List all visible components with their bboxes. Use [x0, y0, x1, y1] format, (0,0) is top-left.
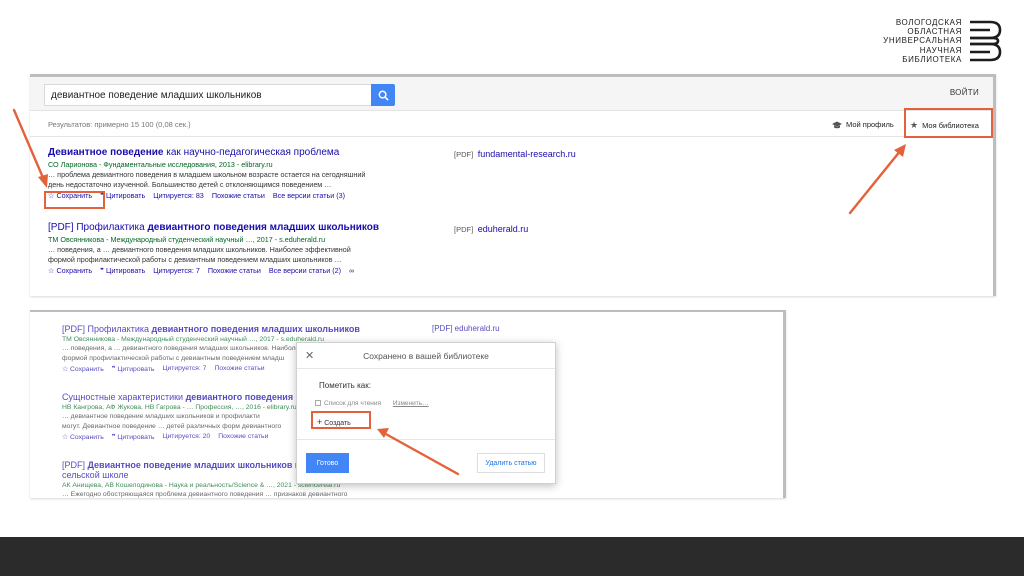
arrow-to-library — [848, 148, 903, 215]
arrow-to-save — [12, 108, 46, 182]
slide: ВОЛОГОДСКАЯ ОБЛАСТНАЯ УНИВЕРСАЛЬНАЯ НАУЧ… — [0, 0, 1024, 576]
annotation-arrows — [12, 108, 906, 476]
arrowhead — [38, 174, 48, 188]
footer-bar — [0, 537, 1024, 576]
arrow-to-create — [382, 431, 460, 476]
arrowhead — [377, 428, 389, 438]
